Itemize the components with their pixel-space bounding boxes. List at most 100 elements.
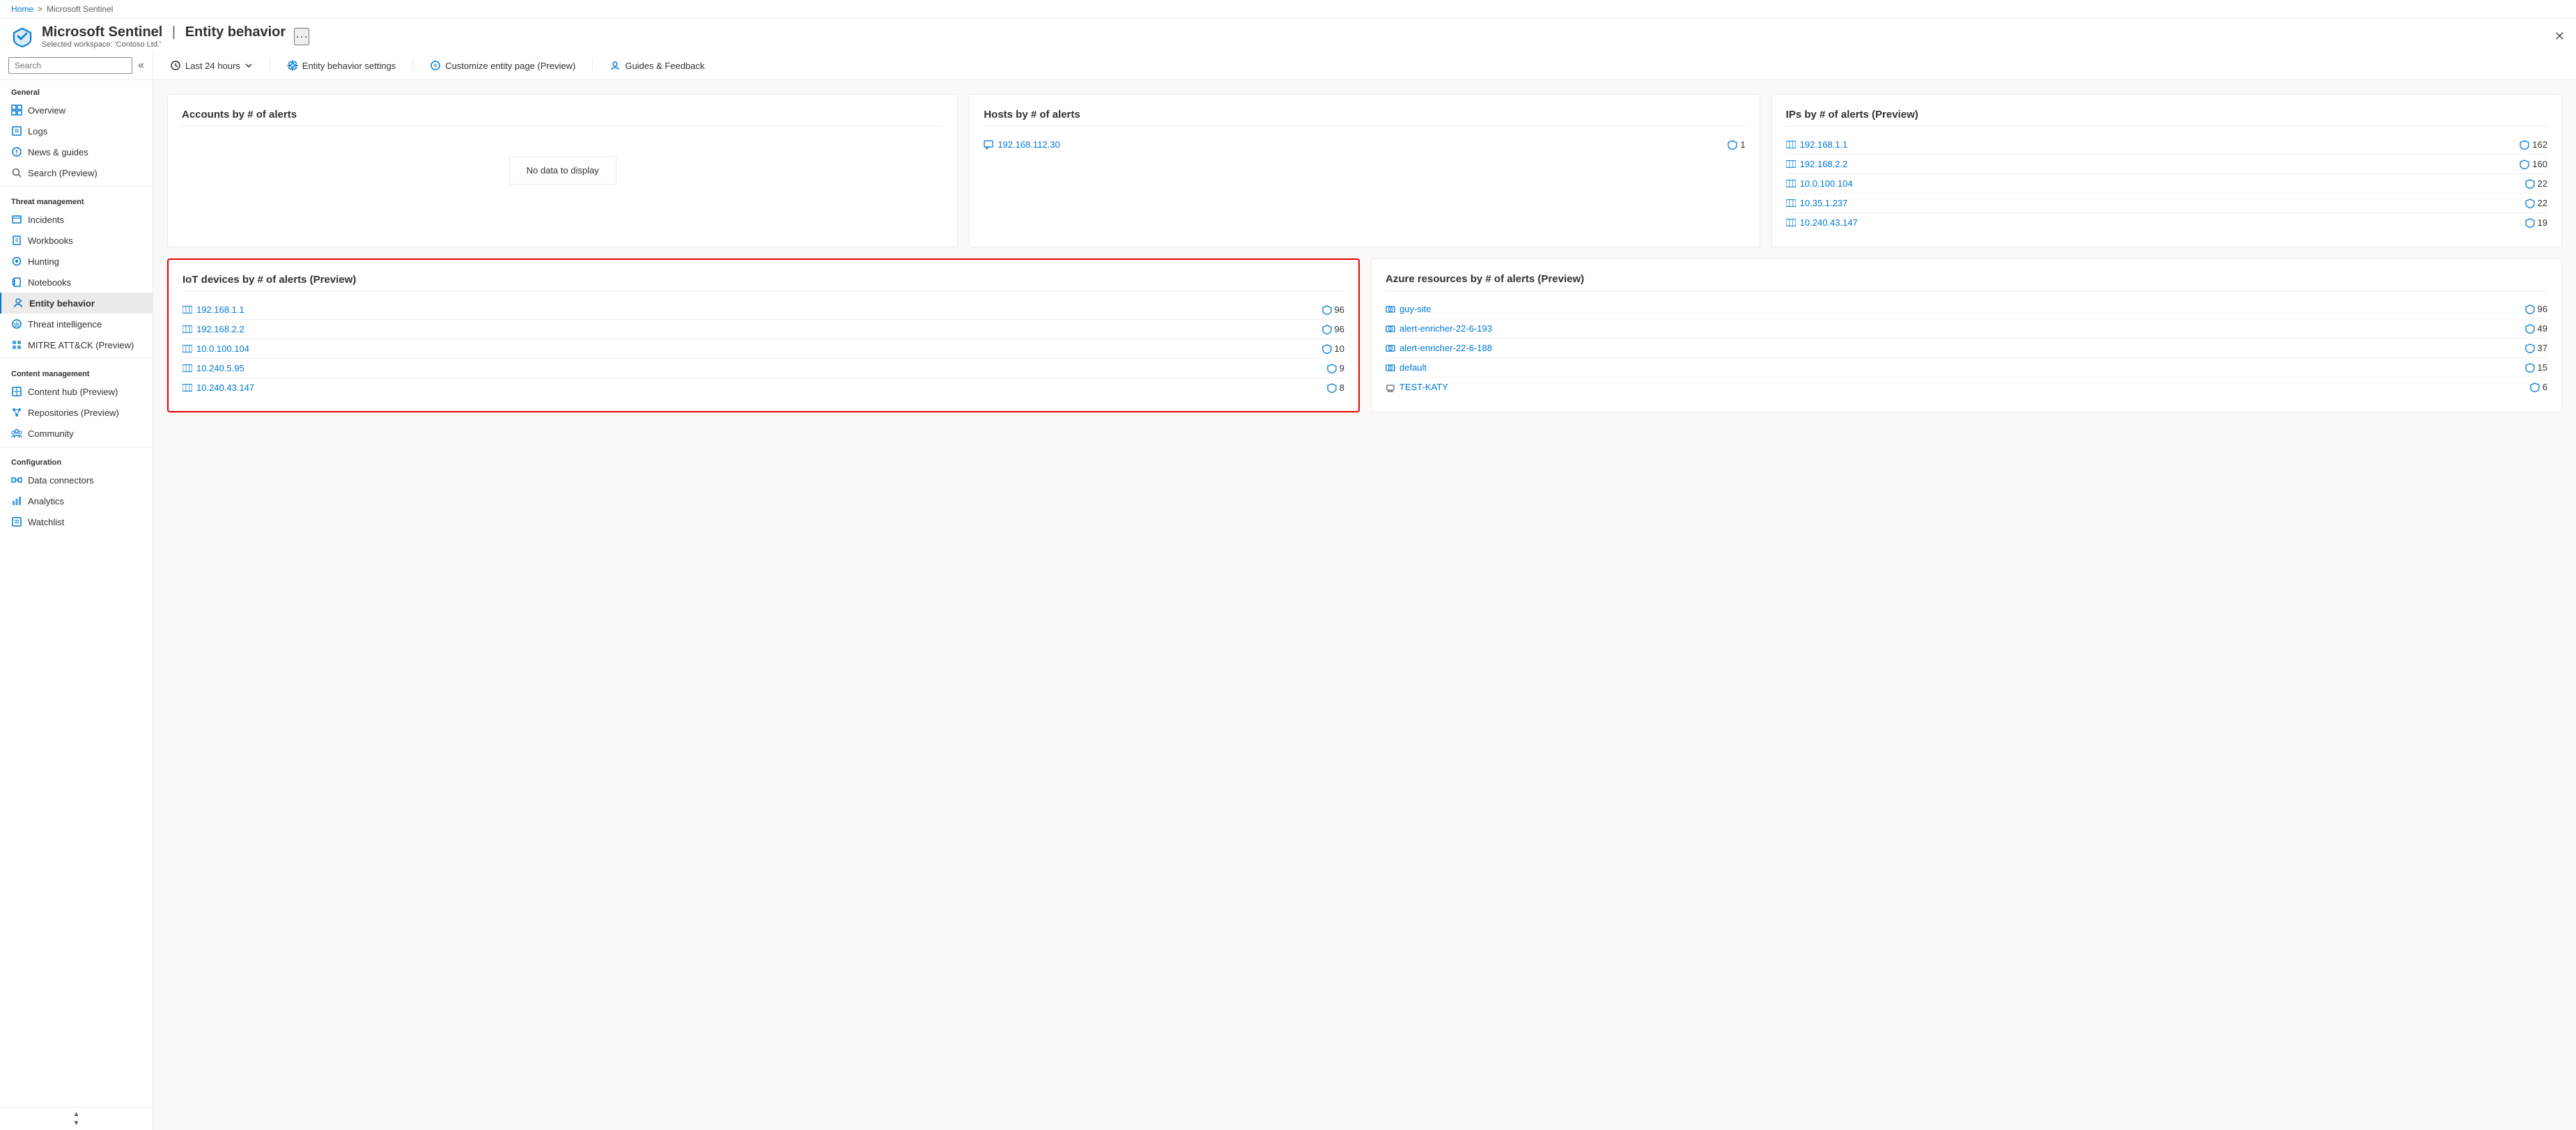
iot-count-4: 8: [1327, 382, 1344, 393]
sidebar-item-overview[interactable]: Overview: [0, 100, 153, 121]
azure-resource-4[interactable]: TEST-KATY: [1386, 382, 2530, 392]
sidebar-item-community[interactable]: Community: [0, 423, 153, 444]
sidebar-divider-2: [0, 358, 153, 359]
iot-count-1: 96: [1322, 324, 1344, 334]
sidebar-item-mitre-attack[interactable]: MITRE ATT&CK (Preview): [0, 334, 153, 355]
iot-ip-icon-1: [183, 325, 192, 333]
news-icon: [11, 146, 22, 157]
watchlist-icon: [11, 516, 22, 527]
hosts-ip-0[interactable]: 192.168.112.30: [984, 139, 1728, 150]
azure-resources-card: Azure resources by # of alerts (Preview)…: [1371, 258, 2562, 412]
chevron-down-icon: [245, 61, 253, 70]
breadcrumb-current: Microsoft Sentinel: [47, 4, 113, 14]
title-bar-text: Microsoft Sentinel | Entity behavior Sel…: [42, 24, 286, 49]
sidebar-item-workbooks[interactable]: Workbooks: [0, 230, 153, 251]
customize-entity-page-button[interactable]: Customize entity page (Preview): [424, 57, 581, 74]
shield-icon-3: [2525, 199, 2535, 208]
sidebar-item-hunting[interactable]: Hunting: [0, 251, 153, 272]
sidebar: « General Overview Logs: [0, 52, 153, 1130]
iot-ip-icon-2: [183, 345, 192, 353]
sidebar-item-repositories[interactable]: Repositories (Preview): [0, 402, 153, 423]
sidebar-item-search-preview[interactable]: Search (Preview): [0, 162, 153, 183]
time-range-button[interactable]: Last 24 hours: [164, 57, 258, 74]
sidebar-item-entity-behavior[interactable]: Entity behavior: [0, 293, 153, 314]
ips-card: IPs by # of alerts (Preview) 192.168.1.1…: [1771, 94, 2562, 247]
sidebar-scroll-up: ▲: [73, 1110, 80, 1118]
list-item: alert-enricher-22-6-193 49: [1386, 319, 2547, 339]
list-item: default 15: [1386, 358, 2547, 378]
sidebar-search-area: «: [0, 52, 153, 80]
mitre-attack-icon: [11, 339, 22, 350]
sidebar-item-news-guides[interactable]: News & guides: [0, 141, 153, 162]
dashboard: Accounts by # of alerts No data to displ…: [153, 80, 2576, 1130]
guides-icon: [610, 60, 621, 71]
ips-ip-4[interactable]: 10.240.43.147: [1786, 217, 2525, 228]
accounts-card-title: Accounts by # of alerts: [182, 109, 943, 127]
ips-ip-3[interactable]: 10.35.1.237: [1786, 198, 2525, 208]
sidebar-item-analytics[interactable]: Analytics: [0, 490, 153, 511]
sidebar-item-mitre-attack-label: MITRE ATT&CK (Preview): [28, 340, 134, 350]
incidents-icon: [11, 214, 22, 225]
ip-icon-2: [1786, 180, 1796, 187]
sidebar-scroll-indicators: ▲ ▼: [0, 1107, 153, 1130]
iot-ip-3[interactable]: 10.240.5.95: [183, 363, 1327, 373]
sidebar-collapse-button[interactable]: «: [138, 59, 144, 72]
entity-behavior-settings-label: Entity behavior settings: [302, 61, 396, 71]
ip-icon-3: [1786, 199, 1796, 207]
breadcrumb-home[interactable]: Home: [11, 4, 33, 14]
ips-count-2: 22: [2525, 178, 2547, 189]
guides-feedback-button[interactable]: Guides & Feedback: [604, 57, 710, 74]
iot-devices-card: IoT devices by # of alerts (Preview) 192…: [167, 258, 1360, 412]
sidebar-item-notebooks[interactable]: Notebooks: [0, 272, 153, 293]
iot-count-2: 10: [1322, 343, 1344, 354]
shield-iot-4: [1327, 383, 1337, 393]
ips-ip-1[interactable]: 192.168.2.2: [1786, 159, 2520, 169]
sidebar-item-incidents[interactable]: Incidents: [0, 209, 153, 230]
list-item: TEST-KATY 6: [1386, 378, 2547, 396]
sidebar-item-entity-behavior-label: Entity behavior: [29, 298, 95, 309]
iot-ip-0[interactable]: 192.168.1.1: [183, 304, 1322, 315]
sidebar-item-watchlist[interactable]: Watchlist: [0, 511, 153, 532]
accounts-no-data: No data to display: [182, 135, 943, 205]
azure-resource-3[interactable]: default: [1386, 362, 2525, 373]
ips-ip-2[interactable]: 10.0.100.104: [1786, 178, 2525, 189]
iot-count-0: 96: [1322, 304, 1344, 315]
azure-resource-2[interactable]: alert-enricher-22-6-188: [1386, 343, 2525, 353]
azure-site-icon: [1386, 304, 1395, 314]
azure-resources-card-list: guy-site 96 alert-enricher-2: [1386, 300, 2547, 396]
iot-ip-1[interactable]: 192.168.2.2: [183, 324, 1322, 334]
shield-azure-3: [2525, 363, 2535, 373]
shield-iot-2: [1322, 344, 1332, 354]
ips-ip-0[interactable]: 192.168.1.1: [1786, 139, 2520, 150]
azure-vm-icon: [1386, 382, 1395, 392]
sidebar-item-data-connectors[interactable]: Data connectors: [0, 470, 153, 490]
close-button[interactable]: ✕: [2554, 29, 2565, 44]
azure-count-2: 37: [2525, 343, 2547, 353]
shield-azure-0: [2525, 304, 2535, 314]
hunting-icon: [11, 256, 22, 267]
main-layout: « General Overview Logs: [0, 52, 2576, 1130]
breadcrumb: Home > Microsoft Sentinel: [0, 0, 2576, 19]
iot-ip-2[interactable]: 10.0.100.104: [183, 343, 1322, 354]
more-options-button[interactable]: ···: [294, 28, 309, 45]
shield-iot-1: [1322, 325, 1332, 334]
entity-behavior-settings-button[interactable]: Entity behavior settings: [281, 57, 401, 74]
cards-row-2: IoT devices by # of alerts (Preview) 192…: [167, 258, 2562, 412]
shield-azure-1: [2525, 324, 2535, 334]
sidebar-item-hunting-label: Hunting: [28, 256, 59, 267]
sidebar-item-analytics-label: Analytics: [28, 496, 64, 506]
sidebar-divider-1: [0, 186, 153, 187]
azure-resource-0[interactable]: guy-site: [1386, 304, 2525, 314]
sidebar-item-content-hub[interactable]: Content hub (Preview): [0, 381, 153, 402]
azure-resource-icon-2: [1386, 343, 1395, 353]
search-input[interactable]: [8, 57, 132, 74]
sidebar-item-threat-intelligence[interactable]: Threat intelligence: [0, 314, 153, 334]
shield-iot-3: [1327, 364, 1337, 373]
azure-count-0: 96: [2525, 304, 2547, 314]
iot-ip-4[interactable]: 10.240.43.147: [183, 382, 1327, 393]
sidebar-item-community-label: Community: [28, 428, 74, 439]
sidebar-item-incidents-label: Incidents: [28, 215, 64, 225]
chat-icon: [984, 140, 993, 150]
azure-resource-1[interactable]: alert-enricher-22-6-193: [1386, 323, 2525, 334]
sidebar-item-logs[interactable]: Logs: [0, 121, 153, 141]
